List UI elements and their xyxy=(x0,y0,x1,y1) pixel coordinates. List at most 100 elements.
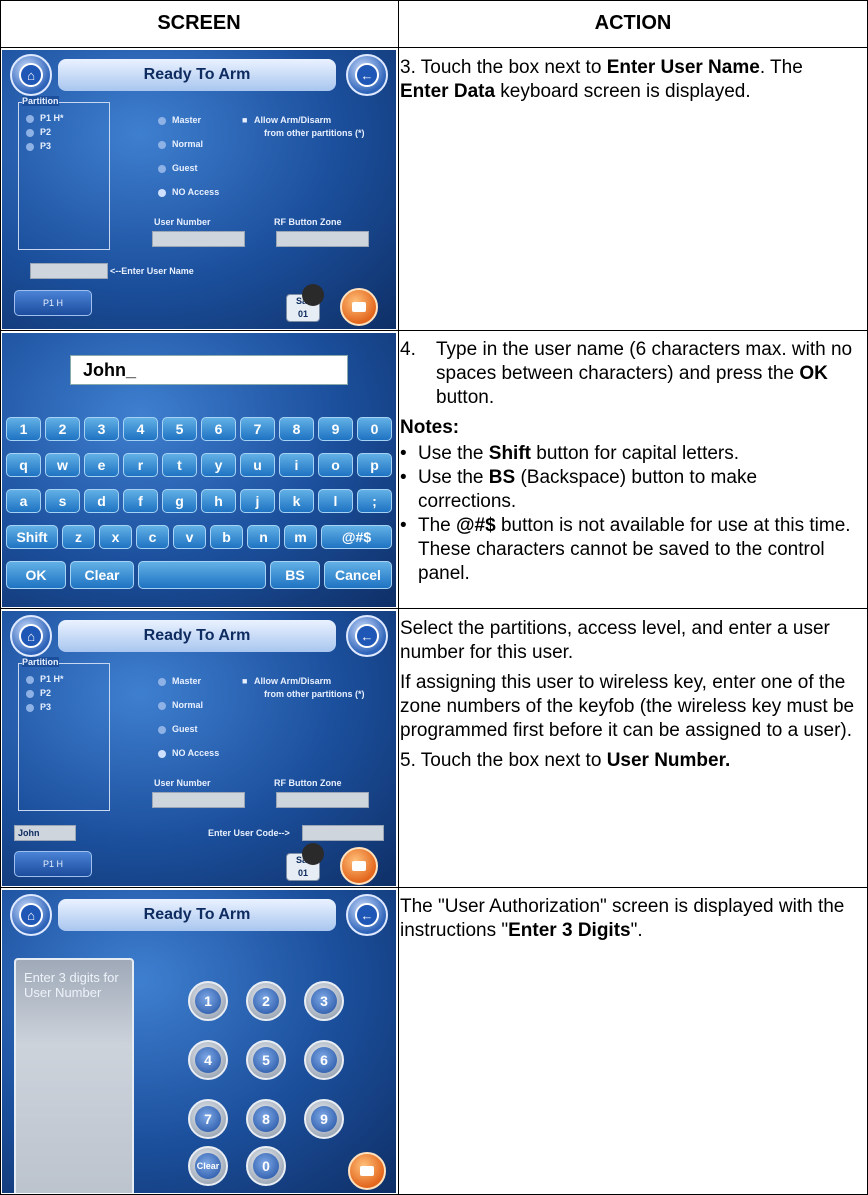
partition-status-button[interactable]: P1 H xyxy=(14,851,92,877)
key-2[interactable]: 2 xyxy=(45,417,80,441)
space-key[interactable] xyxy=(138,561,266,589)
keypad-4[interactable]: 4 xyxy=(188,1040,228,1080)
user-name-field[interactable] xyxy=(30,263,108,279)
level-radio-normal[interactable] xyxy=(158,141,166,149)
key-4[interactable]: 4 xyxy=(123,417,158,441)
cancel-button[interactable]: Cancel xyxy=(324,561,392,589)
key-symbols[interactable]: @#$ xyxy=(321,525,392,549)
key-n[interactable]: n xyxy=(247,525,280,549)
key-5[interactable]: 5 xyxy=(162,417,197,441)
key-0[interactable]: 0 xyxy=(357,417,392,441)
key-7[interactable]: 7 xyxy=(240,417,275,441)
key-t[interactable]: t xyxy=(162,453,197,477)
key-o[interactable]: o xyxy=(318,453,353,477)
rf-button-zone-field[interactable] xyxy=(276,231,369,247)
key-z[interactable]: z xyxy=(62,525,95,549)
level-no-access: NO Access xyxy=(172,748,220,758)
partition-status-button[interactable]: P1 H xyxy=(14,290,92,316)
note1-text: Use the Shift button for capital letters… xyxy=(418,442,739,466)
keypad-2[interactable]: 2 xyxy=(246,981,286,1021)
bullet: • xyxy=(400,443,407,464)
auth-text-post: ". xyxy=(630,920,643,941)
key-x[interactable]: x xyxy=(99,525,132,549)
partition-option-p1: P1 H* xyxy=(40,674,64,684)
key-r[interactable]: r xyxy=(123,453,158,477)
key-6[interactable]: 6 xyxy=(201,417,236,441)
partition-radio-p2[interactable] xyxy=(26,690,34,698)
key-q[interactable]: q xyxy=(6,453,41,477)
partition-radio-p1[interactable] xyxy=(26,676,34,684)
home-button[interactable]: ⌂ xyxy=(10,54,52,96)
user-name-field[interactable]: John xyxy=(14,825,76,841)
keypad-1[interactable]: 1 xyxy=(188,981,228,1021)
level-radio-no-access[interactable] xyxy=(158,750,166,758)
backspace-button[interactable]: BS xyxy=(270,561,320,589)
rf-button-zone-field[interactable] xyxy=(276,792,369,808)
key-g[interactable]: g xyxy=(162,489,197,513)
key-8[interactable]: 8 xyxy=(279,417,314,441)
home-button[interactable]: ⌂ xyxy=(10,615,52,657)
partition-radio-p1[interactable] xyxy=(26,115,34,123)
keypad-6[interactable]: 6 xyxy=(304,1040,344,1080)
key-v[interactable]: v xyxy=(173,525,206,549)
allow-arm-disarm-checkbox[interactable]: ■ xyxy=(242,676,247,686)
key-semicolon[interactable]: ; xyxy=(357,489,392,513)
keypad-5[interactable]: 5 xyxy=(246,1040,286,1080)
key-9[interactable]: 9 xyxy=(318,417,353,441)
key-shift[interactable]: Shift xyxy=(6,525,58,549)
key-e[interactable]: e xyxy=(84,453,119,477)
level-radio-master[interactable] xyxy=(158,678,166,686)
emergency-button[interactable] xyxy=(348,1152,386,1190)
key-a[interactable]: a xyxy=(6,489,41,513)
key-y[interactable]: y xyxy=(201,453,236,477)
level-radio-no-access[interactable] xyxy=(158,189,166,197)
key-d[interactable]: d xyxy=(84,489,119,513)
key-i[interactable]: i xyxy=(279,453,314,477)
key-h[interactable]: h xyxy=(201,489,236,513)
key-3[interactable]: 3 xyxy=(84,417,119,441)
allow-arm-disarm-checkbox[interactable]: ■ xyxy=(242,115,247,125)
emergency-button[interactable] xyxy=(340,288,378,326)
key-l[interactable]: l xyxy=(318,489,353,513)
partition-radio-p3[interactable] xyxy=(26,143,34,151)
keypad-3[interactable]: 3 xyxy=(304,981,344,1021)
level-radio-guest[interactable] xyxy=(158,726,166,734)
keypad-clear[interactable]: Clear xyxy=(188,1146,228,1186)
home-button[interactable]: ⌂ xyxy=(10,894,52,936)
back-button[interactable]: ← xyxy=(346,54,388,96)
key-w[interactable]: w xyxy=(45,453,80,477)
partition-radio-p3[interactable] xyxy=(26,704,34,712)
key-s[interactable]: s xyxy=(45,489,80,513)
key-j[interactable]: j xyxy=(240,489,275,513)
key-f[interactable]: f xyxy=(123,489,158,513)
keypad-7[interactable]: 7 xyxy=(188,1099,228,1139)
user-number-field[interactable] xyxy=(152,231,245,247)
keypad-8[interactable]: 8 xyxy=(246,1099,286,1139)
key-k[interactable]: k xyxy=(279,489,314,513)
action-para-3: 5. Touch the box next to User Number. xyxy=(400,749,855,773)
user-code-field[interactable] xyxy=(302,825,384,841)
emergency-button[interactable] xyxy=(340,847,378,885)
back-button[interactable]: ← xyxy=(346,615,388,657)
partition-radio-p2[interactable] xyxy=(26,129,34,137)
key-m[interactable]: m xyxy=(284,525,317,549)
level-radio-master[interactable] xyxy=(158,117,166,125)
step4-text-pre: Type in the user name (6 characters max.… xyxy=(436,339,853,384)
user-number-label: User Number xyxy=(154,217,211,227)
key-1[interactable]: 1 xyxy=(6,417,41,441)
user-name-input[interactable]: John_ xyxy=(70,355,348,385)
key-p[interactable]: p xyxy=(357,453,392,477)
key-b[interactable]: b xyxy=(210,525,243,549)
back-button[interactable]: ← xyxy=(346,894,388,936)
clear-button[interactable]: Clear xyxy=(70,561,134,589)
key-u[interactable]: u xyxy=(240,453,275,477)
user-number-field[interactable] xyxy=(152,792,245,808)
action-step-3: 3. Touch the box next to Enter User Name… xyxy=(400,56,855,110)
partition-panel xyxy=(18,663,110,811)
keypad-9[interactable]: 9 xyxy=(304,1099,344,1139)
level-radio-guest[interactable] xyxy=(158,165,166,173)
keypad-0[interactable]: 0 xyxy=(246,1146,286,1186)
key-c[interactable]: c xyxy=(136,525,169,549)
level-radio-normal[interactable] xyxy=(158,702,166,710)
ok-button[interactable]: OK xyxy=(6,561,66,589)
